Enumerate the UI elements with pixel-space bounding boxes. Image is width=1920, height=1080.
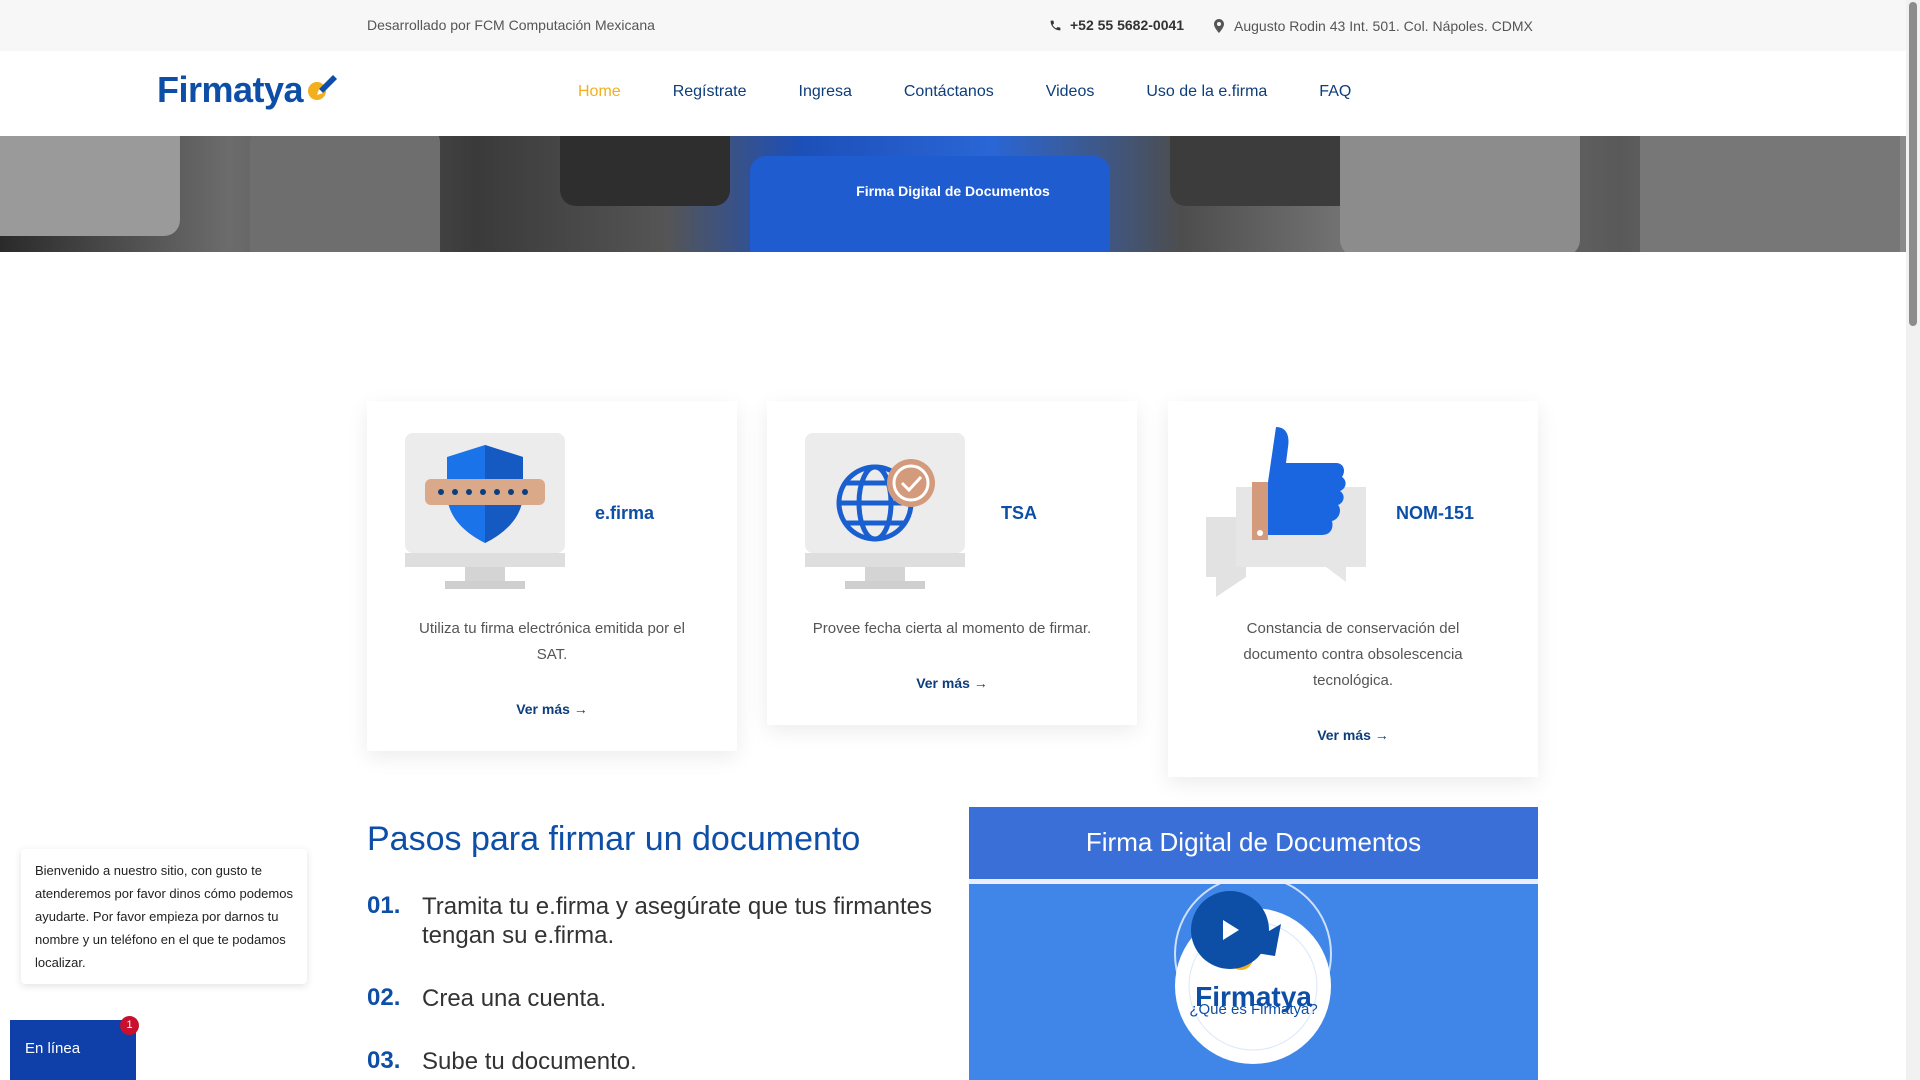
pen-icon (308, 75, 338, 100)
step-number: 02. (367, 984, 401, 1011)
page-scrollbar[interactable] (1906, 0, 1920, 1080)
card-title: NOM-151 (1396, 503, 1475, 523)
map-pin-icon (1212, 19, 1226, 33)
step-text: Tramita tu e.firma y asegúrate que tus f… (422, 893, 932, 949)
hero-banner: Firma Digital de Documentos (0, 136, 1906, 252)
top-bar: Desarrollado por FCM Computación Mexican… (0, 0, 1906, 51)
main-nav: Home Regístrate Ingresa Contáctanos Vide… (578, 83, 1403, 101)
step-number: 03. (367, 1047, 401, 1074)
play-icon (1223, 920, 1239, 940)
nav-uso-efirma[interactable]: Uso de la e.firma (1146, 83, 1267, 101)
step-number: 01. (367, 892, 401, 919)
step-item: 02. Crea una cuenta. (367, 984, 942, 1013)
card-description: Provee fecha cierta al momento de firmar… (812, 620, 1092, 637)
play-button[interactable] (1191, 891, 1269, 969)
step-text: Crea una cuenta. (422, 985, 607, 1012)
steps-title: Pasos para firmar un documento (367, 820, 861, 858)
keyboard-key-blue (750, 156, 1110, 252)
thumbs-up-icon (1206, 427, 1366, 597)
nav-faq[interactable]: FAQ (1319, 83, 1351, 101)
step-item: 03. Sube tu documento. (367, 1047, 942, 1076)
nav-contactanos[interactable]: Contáctanos (904, 83, 994, 101)
feature-card-nom151: NOM-151 Constancia de conservación del d… (1168, 401, 1538, 777)
chat-launcher-button[interactable]: En línea (10, 1020, 136, 1080)
card-description: Utiliza tu firma electrónica emitida por… (419, 620, 685, 663)
step-text: Sube tu documento. (422, 1048, 637, 1075)
address-contact: Augusto Rodin 43 Int. 501. Col. Nápoles.… (1212, 18, 1533, 34)
chat-notification-badge: 1 (120, 1016, 139, 1035)
video-caption: ¿Qué es Firmatya? (1189, 1001, 1318, 1018)
address-text: Augusto Rodin 43 Int. 501. Col. Nápoles.… (1234, 18, 1533, 34)
feature-card-tsa: TSA Provee fecha cierta al momento de fi… (767, 401, 1137, 725)
chat-welcome-message: Bienvenido a nuestro sitio, con gusto te… (21, 849, 307, 984)
nav-videos[interactable]: Videos (1046, 83, 1095, 101)
card-title: e.firma (595, 503, 655, 523)
card-description: Constancia de conservación del documento… (1243, 620, 1463, 689)
nav-registrate[interactable]: Regístrate (673, 83, 747, 101)
feature-card-efirma: e.firma Utiliza tu firma electrónica emi… (367, 401, 737, 751)
phone-icon (1048, 18, 1062, 32)
site-header: Firmatya Home Regístrate Ingresa Contáct… (0, 51, 1906, 136)
video-header: Firma Digital de Documentos (969, 807, 1538, 879)
nav-ingresa[interactable]: Ingresa (799, 83, 852, 101)
shield-icon (405, 433, 565, 593)
site-logo[interactable]: Firmatya (157, 69, 339, 111)
hero-title: Firma Digital de Documentos (856, 183, 1050, 199)
globe-icon (805, 433, 965, 593)
scrollbar-thumb[interactable] (1909, 2, 1917, 326)
video-player[interactable]: Firma Digital de Documentos Firmatya ¿Qu… (969, 807, 1538, 1080)
step-item: 01. Tramita tu e.firma y asegúrate que t… (367, 892, 942, 950)
logo-text: Firmatya (157, 69, 304, 110)
card-link-ver-mas[interactable]: Ver más → (367, 701, 737, 717)
developer-credit: Desarrollado por FCM Computación Mexican… (367, 17, 655, 33)
phone-contact[interactable]: +52 55 5682-0041 (1048, 17, 1184, 33)
card-link-ver-mas[interactable]: Ver más → (1168, 727, 1538, 743)
phone-number: +52 55 5682-0041 (1070, 17, 1185, 33)
card-title: TSA (1001, 503, 1037, 523)
nav-home[interactable]: Home (578, 83, 621, 101)
card-link-ver-mas[interactable]: Ver más → (767, 675, 1137, 691)
